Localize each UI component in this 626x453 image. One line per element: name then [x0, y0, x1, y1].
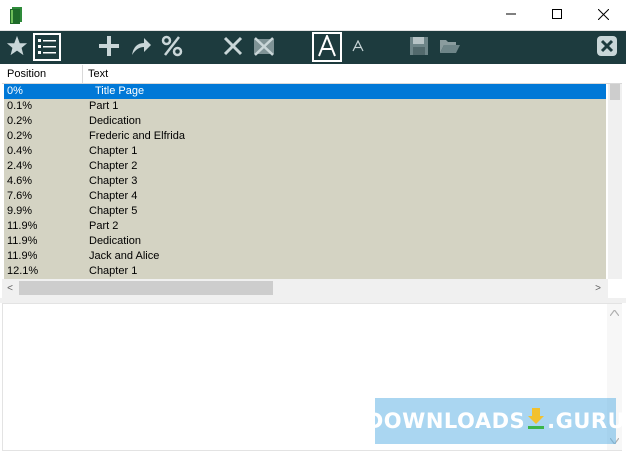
list-horizontal-scrollbar[interactable]: < > — [2, 279, 608, 298]
row-text: Title Page — [95, 85, 145, 97]
percent-button[interactable] — [158, 33, 186, 61]
list-rows: 0% Title Page 0.1% Part 1 0.2% Dedication 0.2%… — [4, 84, 606, 279]
save-button[interactable] — [405, 33, 433, 61]
watermark-prefix: DOWNLOADS — [365, 409, 526, 433]
table-row[interactable]: 0.1% Part 1 — [4, 99, 606, 114]
row-text: Chapter 2 — [89, 160, 138, 172]
bookmark-list: Position Text 0% Title Page 0.1% Part 1 0.2%… — [2, 65, 622, 298]
font-larger-button[interactable] — [312, 32, 342, 62]
row-text: Dedication — [89, 235, 141, 247]
close-button[interactable] — [580, 0, 626, 31]
minimize-icon — [506, 9, 516, 22]
row-position: 0.1% — [7, 100, 33, 112]
row-position: 0.4% — [7, 145, 33, 157]
maximize-icon — [552, 9, 562, 22]
column-header-position[interactable]: Position — [2, 65, 83, 84]
delete-x-icon — [223, 36, 243, 59]
row-text: Chapter 3 — [89, 175, 138, 187]
row-position: 9.9% — [7, 205, 33, 217]
table-row[interactable]: 9.9% Chapter 5 — [4, 204, 606, 219]
list-header: Position Text — [2, 65, 622, 84]
bookmark-button[interactable] — [3, 33, 31, 61]
scroll-right-arrow-icon[interactable]: > — [590, 279, 606, 298]
close-panel-button[interactable] — [593, 33, 621, 61]
table-row[interactable]: 7.6% Chapter 4 — [4, 189, 606, 204]
delete-all-button[interactable] — [250, 33, 278, 61]
row-text: Dedication — [89, 115, 141, 127]
row-text: Frederic and Elfrida — [89, 130, 185, 142]
row-text: Part 2 — [89, 220, 119, 232]
scroll-up-arrow-icon[interactable] — [609, 309, 620, 317]
table-row[interactable]: 11.9% Jack and Alice — [4, 249, 606, 264]
table-row[interactable]: 0.4% Chapter 1 — [4, 144, 606, 159]
add-button[interactable] — [95, 33, 123, 61]
table-row[interactable]: 4.6% Chapter 3 — [4, 174, 606, 189]
title-bar — [0, 0, 626, 31]
close-icon — [597, 8, 609, 23]
font-smaller-button[interactable] — [344, 33, 372, 61]
watermark-suffix: .GURU — [547, 409, 626, 433]
plus-icon — [98, 35, 120, 60]
toolbar — [0, 31, 626, 64]
delete-all-icon — [253, 36, 275, 59]
row-text: Chapter 1 — [89, 145, 138, 157]
row-position: 12.1% — [7, 265, 39, 277]
table-row[interactable]: 0.2% Dedication — [4, 114, 606, 129]
maximize-button[interactable] — [534, 0, 580, 31]
row-position: 0% — [7, 85, 23, 97]
redo-arrow-icon — [130, 35, 152, 60]
table-row[interactable]: 2.4% Chapter 2 — [4, 159, 606, 174]
percent-icon — [161, 35, 183, 60]
close-panel-icon — [596, 35, 618, 60]
row-position: 11.9% — [7, 220, 38, 232]
table-row[interactable]: 0% Title Page — [4, 84, 606, 99]
delete-button[interactable] — [219, 33, 247, 61]
row-position: 2.4% — [7, 160, 33, 172]
list-vertical-scrollbar[interactable] — [608, 84, 622, 279]
vertical-scroll-thumb[interactable] — [610, 84, 620, 100]
row-text: Chapter 1 — [89, 265, 138, 277]
open-button[interactable] — [436, 33, 464, 61]
row-position: 11.9% — [7, 250, 38, 262]
open-folder-icon — [439, 37, 461, 58]
row-text: Jack and Alice — [89, 250, 160, 262]
row-position: 0.2% — [7, 130, 33, 142]
row-text: Part 1 — [89, 100, 119, 112]
table-row[interactable]: 12.1% Chapter 1 — [4, 264, 606, 279]
book-icon — [9, 7, 23, 24]
font-large-icon — [316, 32, 338, 60]
horizontal-scroll-thumb[interactable] — [19, 281, 273, 295]
minimize-button[interactable] — [488, 0, 534, 31]
row-position: 4.6% — [7, 175, 33, 187]
row-position: 0.2% — [7, 115, 33, 127]
star-icon — [6, 35, 28, 60]
font-small-icon — [352, 39, 364, 55]
goto-button[interactable] — [127, 33, 155, 61]
row-text: Chapter 5 — [89, 205, 138, 217]
row-position: 7.6% — [7, 190, 33, 202]
table-row[interactable]: 11.9% Dedication — [4, 234, 606, 249]
column-header-text[interactable]: Text — [83, 65, 606, 84]
table-row[interactable]: 11.9% Part 2 — [4, 219, 606, 234]
scroll-left-arrow-icon[interactable]: < — [2, 279, 18, 298]
table-row[interactable]: 0.2% Frederic and Elfrida — [4, 129, 606, 144]
list-icon — [37, 36, 57, 59]
watermark-logo: DOWNLOADS .GURU — [366, 398, 625, 444]
download-arrow-icon — [527, 407, 545, 435]
row-position: 11.9% — [7, 235, 38, 247]
row-text: Chapter 4 — [89, 190, 138, 202]
save-icon — [409, 36, 429, 59]
list-view-button[interactable] — [33, 33, 61, 61]
